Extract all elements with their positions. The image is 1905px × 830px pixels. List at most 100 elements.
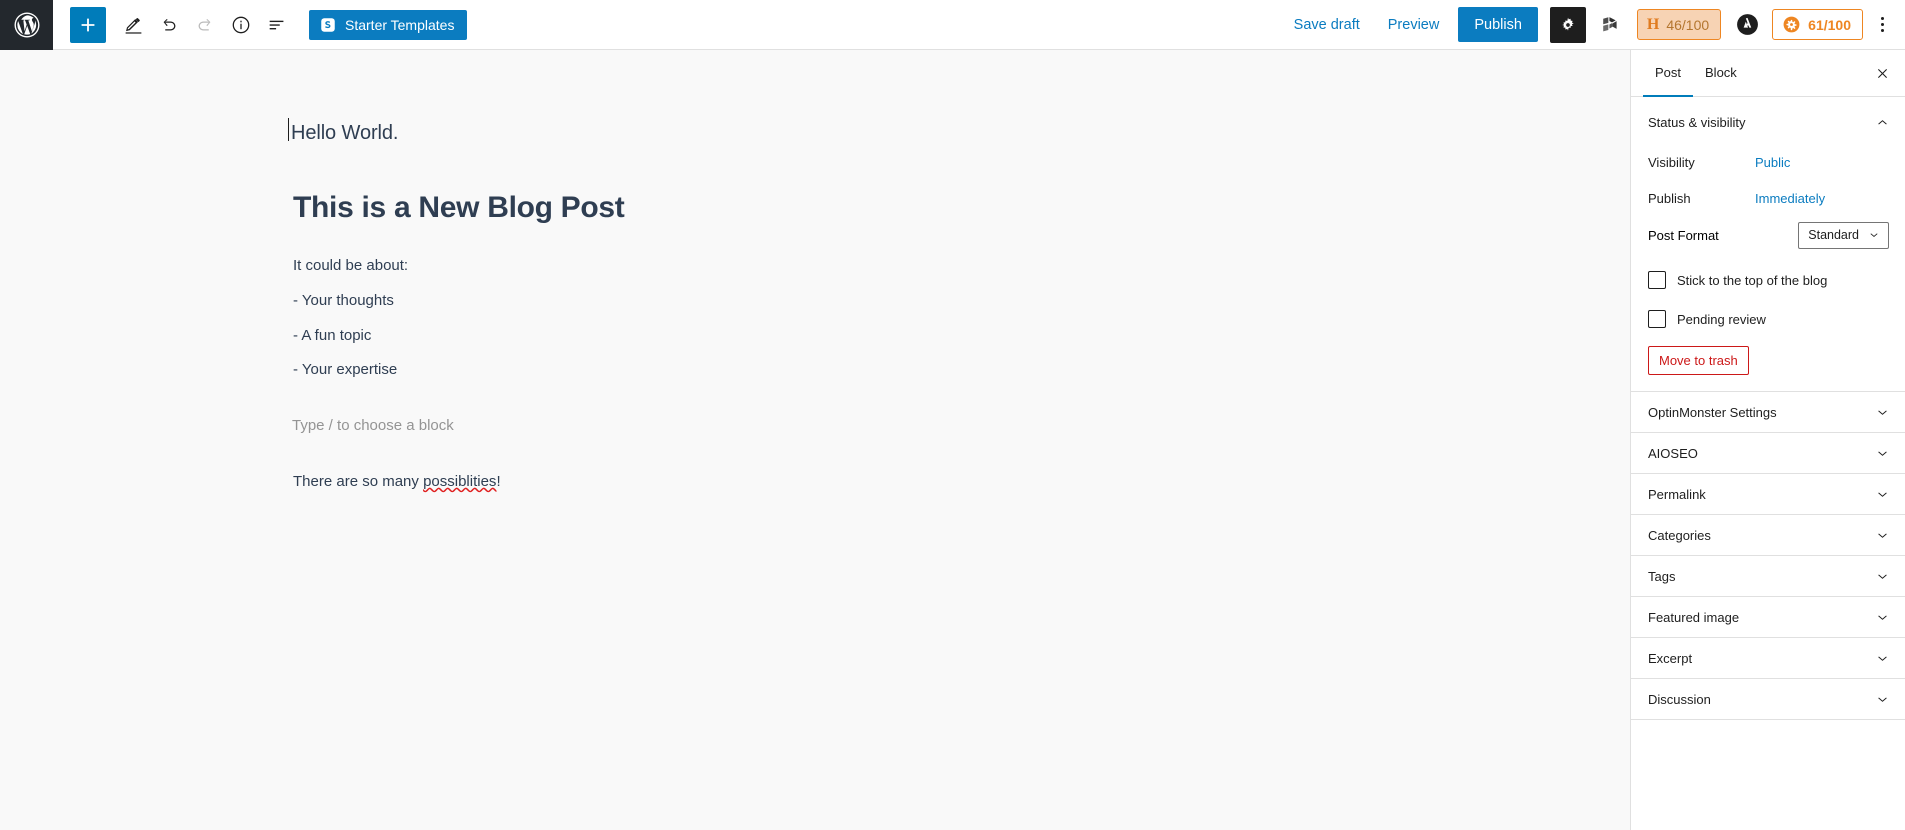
gear-icon [1558,15,1578,35]
publish-label: Publish [1648,191,1691,206]
heading-block[interactable]: This is a New Blog Post [293,191,1313,225]
editor-body: Hello World. This is a New Blog Post It … [0,50,1905,830]
chevron-down-icon [1874,445,1891,462]
hemingway-glyph: H [1646,15,1660,33]
preview-button[interactable]: Preview [1374,17,1454,33]
astra-icon [1735,12,1760,37]
panel-label: Categories [1648,527,1711,543]
add-block-button[interactable] [70,6,106,43]
chevron-down-icon [1874,527,1891,544]
redo-button[interactable] [187,7,223,43]
paragraph-block[interactable]: - A fun topic [293,325,1313,347]
sidebar-panel-discussion[interactable]: Discussion [1631,679,1905,720]
post-title-input[interactable]: Hello World. [288,118,398,146]
astra-button[interactable] [1732,10,1762,40]
sticky-post-checkbox[interactable] [1648,271,1666,289]
undo-button[interactable] [151,7,187,43]
wordpress-logo-button[interactable] [0,0,53,50]
status-visibility-title: Status & visibility [1648,115,1746,130]
move-to-trash-button[interactable]: Move to trash [1648,346,1749,375]
editor-top-bar: Starter Templates Save draft Preview Pub… [0,0,1905,50]
chevron-down-icon [1874,650,1891,667]
sticky-post-checkbox-row[interactable]: Stick to the top of the blog [1648,265,1889,295]
aioseo-score-badge[interactable]: 61/100 [1772,9,1863,40]
closing-paragraph-block[interactable]: There are so many possiblities! [293,471,1313,493]
misspelled-word: possiblities [423,472,497,490]
pending-review-checkbox-row[interactable]: Pending review [1648,304,1889,334]
settings-sidebar: Post Block Status & visibility Visibilit… [1630,50,1905,830]
details-info-button[interactable] [223,7,259,43]
sticky-post-label: Stick to the top of the blog [1677,272,1828,288]
paragraph-block[interactable]: It could be about: [293,255,1313,277]
pending-review-label: Pending review [1677,311,1766,327]
empty-block-placeholder[interactable]: Type / to choose a block [292,415,1313,437]
visibility-label: Visibility [1648,155,1695,170]
toolbar-right-tools: Save draft Preview Publish H 46/100 61/1… [1280,0,1905,50]
plus-icon [77,14,99,36]
redo-arrow-icon [194,14,216,36]
panel-label: AIOSEO [1648,445,1698,461]
aioseo-score-value: 61/100 [1808,16,1851,33]
save-draft-button[interactable]: Save draft [1280,17,1374,33]
wpforms-button[interactable] [1592,7,1628,43]
chevron-up-icon [1874,114,1891,131]
status-visibility-panel-header[interactable]: Status & visibility [1631,102,1905,143]
sidebar-tab-bar: Post Block [1631,50,1905,97]
more-options-button[interactable] [1865,7,1899,43]
toolbar-left-tools [53,6,295,43]
editor-canvas[interactable]: Hello World. This is a New Blog Post It … [213,50,1630,830]
settings-toggle-button[interactable] [1549,6,1586,43]
post-format-label: Post Format [1648,227,1719,243]
starter-templates-button[interactable]: Starter Templates [309,9,468,40]
pending-review-checkbox[interactable] [1648,310,1666,328]
tools-edit-button[interactable] [115,7,151,43]
aioseo-icon [1782,15,1801,34]
wpforms-icon [1599,14,1621,36]
undo-arrow-icon [158,14,180,36]
publish-date-button[interactable]: Immediately [1755,191,1825,206]
status-visibility-panel-body: Visibility Public Publish Immediately Po… [1631,143,1905,392]
starter-templates-label: Starter Templates [345,16,455,33]
post-format-row: Post Format Standard [1648,219,1889,251]
chevron-down-icon [1874,404,1891,421]
panel-label: OptinMonster Settings [1648,404,1777,420]
panel-label: Tags [1648,568,1676,584]
info-circle-icon [230,14,252,36]
closing-text-after: ! [496,472,501,490]
publish-button[interactable]: Publish [1458,7,1538,42]
sidebar-close-button[interactable] [1863,50,1901,96]
hemingway-score-badge[interactable]: H 46/100 [1636,9,1722,40]
paragraph-block[interactable]: - Your expertise [293,359,1313,381]
post-content: Hello World. This is a New Blog Post It … [213,50,1313,493]
panel-label: Excerpt [1648,650,1693,666]
sidebar-panel-featured-image[interactable]: Featured image [1631,597,1905,638]
close-icon [1874,65,1891,82]
panel-label: Discussion [1648,691,1711,707]
starter-templates-icon [319,16,337,34]
tab-block[interactable]: Block [1693,50,1749,97]
post-format-select[interactable]: Standard [1798,221,1889,249]
visibility-value-button[interactable]: Public [1755,155,1790,170]
wordpress-logo-icon [12,10,42,40]
publish-row: Publish Immediately [1648,183,1889,214]
panel-label: Permalink [1648,486,1706,502]
vertical-ellipsis-icon [1880,17,1884,32]
sidebar-panel-optinmonster-settings[interactable]: OptinMonster Settings [1631,392,1905,433]
panel-label: Featured image [1648,609,1740,625]
paragraph-block[interactable]: - Your thoughts [293,290,1313,312]
list-view-icon [266,14,288,36]
list-view-button[interactable] [259,7,295,43]
visibility-row: Visibility Public [1648,147,1889,178]
post-format-value: Standard [1808,228,1859,242]
hemingway-score-value: 46/100 [1666,16,1710,33]
sidebar-panel-excerpt[interactable]: Excerpt [1631,638,1905,679]
pencil-icon [123,14,144,35]
sidebar-panel-permalink[interactable]: Permalink [1631,474,1905,515]
closing-text-before: There are so many [293,472,424,490]
sidebar-panel-tags[interactable]: Tags [1631,556,1905,597]
sidebar-panel-aioseo[interactable]: AIOSEO [1631,433,1905,474]
chevron-down-icon [1867,228,1881,242]
chevron-down-icon [1874,609,1891,626]
tab-post[interactable]: Post [1643,50,1694,97]
sidebar-panel-categories[interactable]: Categories [1631,515,1905,556]
